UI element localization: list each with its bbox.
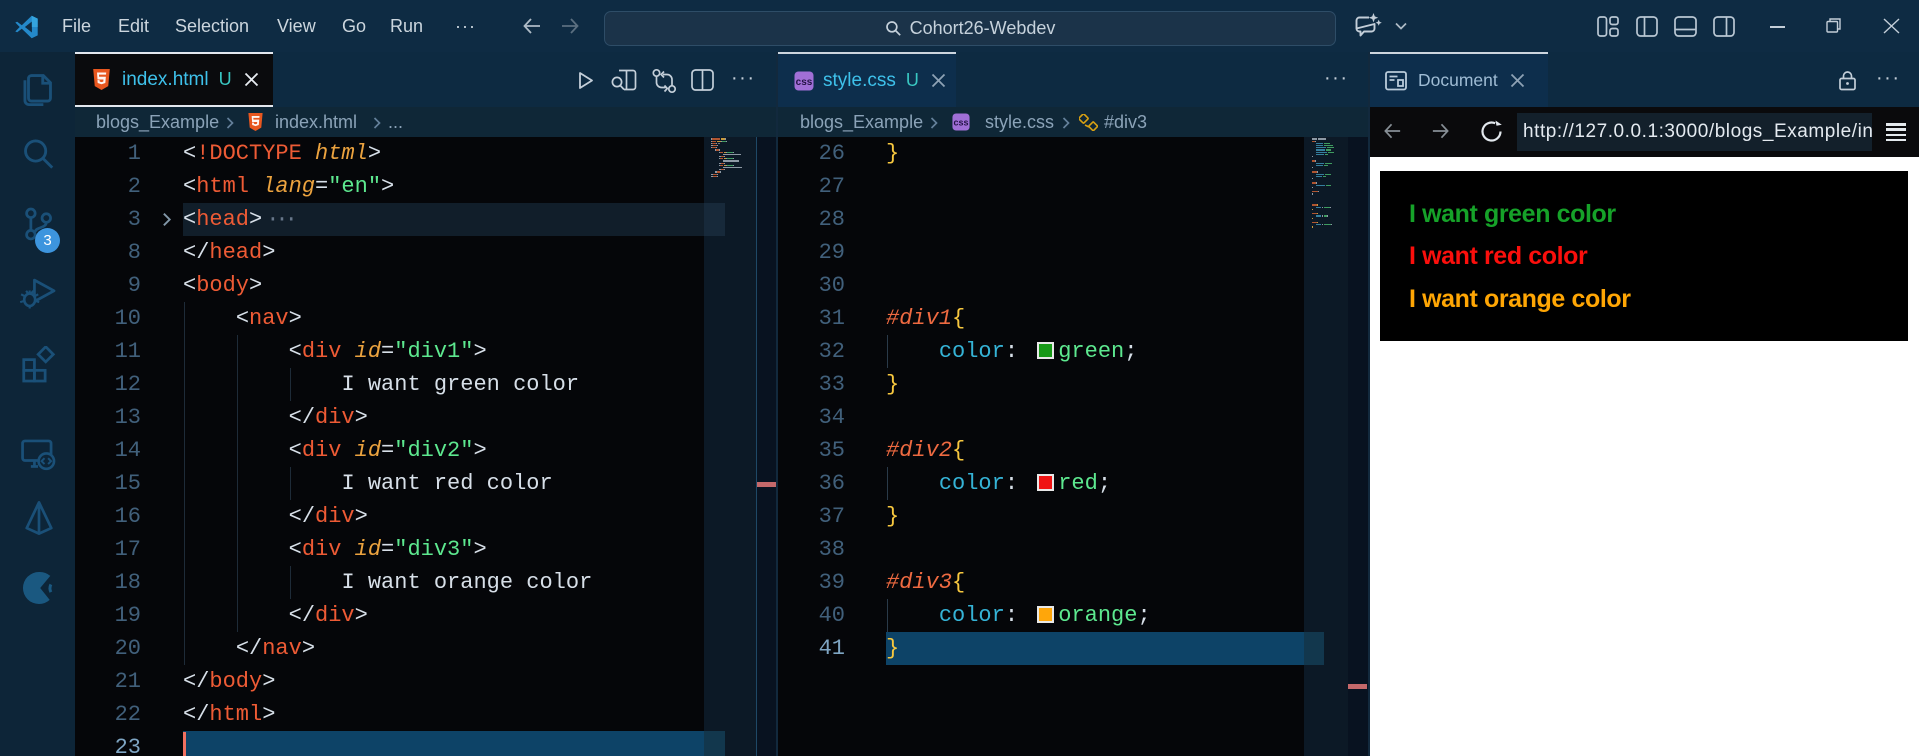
svg-text:css: css xyxy=(953,118,968,128)
svg-text:css: css xyxy=(796,77,813,88)
